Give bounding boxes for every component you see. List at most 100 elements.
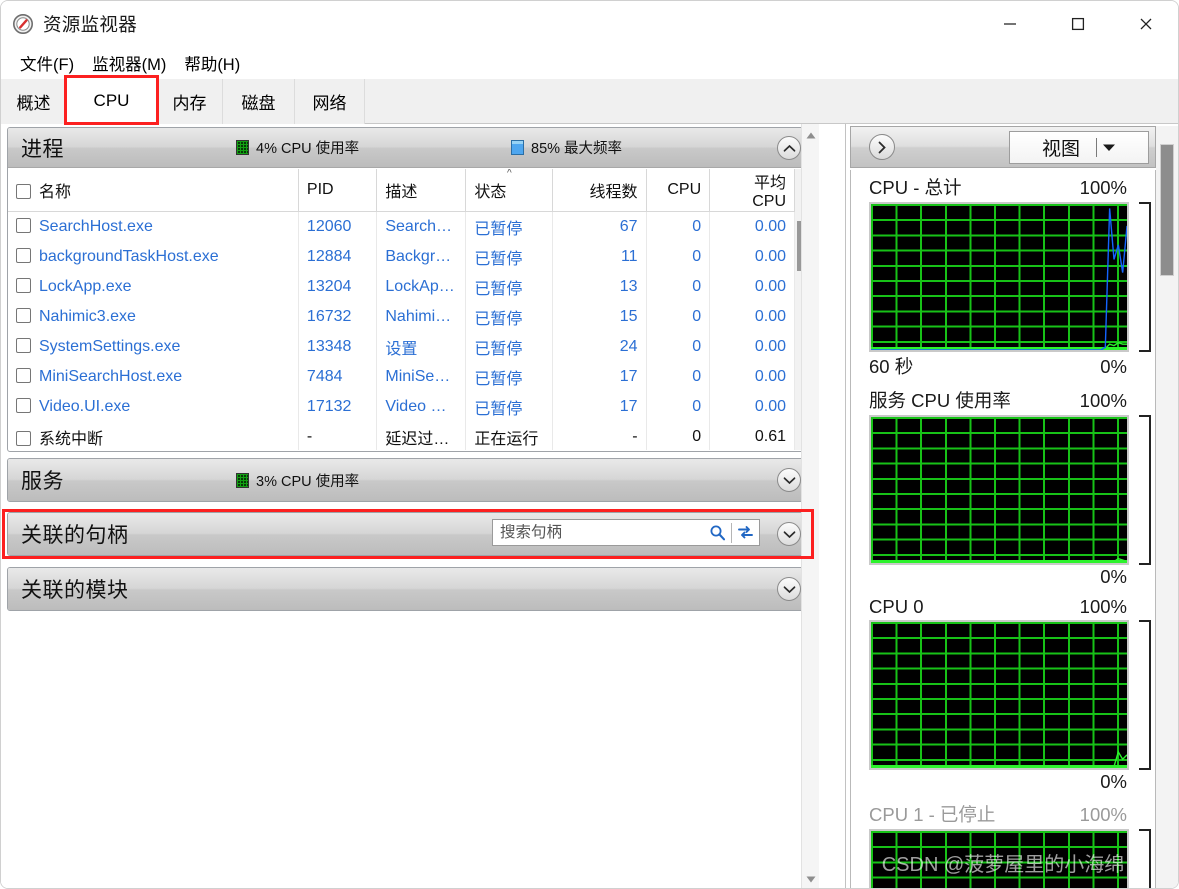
legend-max-frequency-label: 85% 最大频率: [531, 141, 623, 157]
search-icon[interactable]: [704, 520, 731, 545]
graph-title: CPU 0: [869, 596, 924, 617]
handles-group: 关联的句柄: [7, 512, 813, 556]
graph-ymin-label: 0%: [1100, 356, 1127, 377]
resource-monitor-icon: [10, 11, 36, 37]
table-row[interactable]: SearchHost.exe 12060 Search… 已暂停 67 0 0.00: [8, 211, 795, 242]
graph-series-svg: [871, 831, 1127, 889]
cell-status: 已暂停: [465, 361, 554, 392]
scroll-up-icon[interactable]: [802, 126, 819, 144]
table-row[interactable]: Nahimic3.exe 16732 Nahimi… 已暂停 15 0 0.00: [8, 301, 795, 332]
services-header[interactable]: 服务 3% CPU 使用率: [8, 459, 812, 501]
table-row[interactable]: Video.UI.exe 17132 Video … 已暂停 17 0 0.00: [8, 391, 795, 422]
col-header-desc[interactable]: 描述: [376, 169, 467, 212]
col-header-avgcpu[interactable]: 平均 CPU: [709, 169, 795, 212]
row-checkbox[interactable]: [16, 397, 31, 413]
graph-header: CPU - 总计 100%: [851, 170, 1155, 202]
cell-cpu: 0: [646, 301, 711, 332]
chevron-down-icon: [783, 585, 795, 593]
cell-avgcpu: 0.00: [709, 391, 795, 422]
tab-disk[interactable]: 磁盘: [223, 79, 295, 124]
view-button-label: 视图: [1041, 139, 1080, 160]
cell-avgcpu: 0.00: [709, 301, 795, 332]
row-checkbox[interactable]: [16, 247, 31, 263]
cell-pid: -: [298, 421, 378, 450]
resource-monitor-window: 资源监视器 文件(F) 监视器(M) 帮助(H) 概述 CPU 内存 磁盘 网络: [0, 0, 1179, 889]
tab-overview[interactable]: 概述: [1, 79, 67, 124]
cell-name: SystemSettings.exe: [8, 331, 299, 362]
handles-expand-button[interactable]: [777, 522, 801, 546]
col-header-threads[interactable]: 线程数: [552, 169, 647, 212]
cell-avgcpu: 0.00: [709, 241, 795, 272]
graph-title: 服务 CPU 使用率: [869, 390, 1011, 411]
cell-pid: 16732: [298, 301, 378, 332]
table-row[interactable]: MiniSearchHost.exe 7484 MiniSe… 已暂停 17 0 0.00: [8, 361, 795, 392]
services-expand-button[interactable]: [777, 468, 801, 492]
handle-search-input[interactable]: [493, 523, 704, 542]
tab-cpu[interactable]: CPU: [67, 79, 157, 124]
minimize-button[interactable]: [976, 1, 1044, 47]
row-checkbox[interactable]: [16, 277, 31, 293]
graph-ymax-label: 100%: [1079, 804, 1127, 825]
cell-desc: LockAp…: [376, 271, 467, 302]
modules-expand-button[interactable]: [777, 577, 801, 601]
cell-threads: 24: [552, 331, 647, 362]
col-header-status[interactable]: ^ 状态: [465, 169, 554, 212]
view-dropdown-button[interactable]: 视图: [1009, 131, 1149, 164]
table-row[interactable]: LockApp.exe 13204 LockAp… 已暂停 13 0 0.00: [8, 271, 795, 302]
graph-plot: [869, 202, 1129, 352]
row-checkbox[interactable]: [16, 430, 31, 446]
cell-avgcpu: 0.61: [709, 421, 795, 450]
chevron-right-icon: [878, 141, 886, 153]
table-row[interactable]: SystemSettings.exe 13348 设置 已暂停 24 0 0.00: [8, 331, 795, 362]
cell-avgcpu: 0.00: [709, 331, 795, 362]
col-header-cpu[interactable]: CPU: [646, 169, 711, 212]
processes-table: 名称 PID 描述 ^ 状态 线程数 CPU 平均 CPU SearchHost.…: [8, 169, 795, 450]
graph-collapse-button[interactable]: [869, 134, 895, 160]
handle-search-box[interactable]: [492, 519, 760, 546]
cell-pid: 7484: [298, 361, 378, 392]
maximize-button[interactable]: [1044, 1, 1112, 47]
right-pane: 视图 CPU - 总计 100% 60 秒 0% 服务 CPU 使用率 100% 0% CPU…: [845, 124, 1178, 889]
scroll-down-icon[interactable]: [802, 870, 819, 888]
legend-services-cpu: 3% CPU 使用率: [236, 470, 359, 491]
graph-pane-scroll-thumb[interactable]: [1160, 144, 1174, 276]
processes-collapse-button[interactable]: [777, 136, 801, 160]
table-row[interactable]: backgroundTaskHost.exe 12884 Backgr… 已暂停 11 0…: [8, 241, 795, 272]
cell-cpu: 0: [646, 391, 711, 422]
row-checkbox[interactable]: [16, 307, 31, 323]
graph-pane-scrollbar[interactable]: [1156, 126, 1178, 888]
menu-file[interactable]: 文件(F): [11, 49, 83, 77]
graph-footer: 60 秒 0%: [851, 352, 1155, 383]
tab-memory[interactable]: 内存: [157, 79, 223, 124]
modules-group: 关联的模块: [7, 567, 813, 611]
close-button[interactable]: [1112, 1, 1178, 47]
menu-help[interactable]: 帮助(H): [175, 49, 249, 77]
tab-network[interactable]: 网络: [295, 79, 365, 124]
col-header-name[interactable]: 名称: [8, 169, 299, 212]
row-checkbox[interactable]: [16, 217, 31, 233]
graph-axis-bracket: [1139, 829, 1151, 888]
left-pane-scrollbar[interactable]: [801, 124, 819, 888]
graph-plot: [869, 415, 1129, 565]
services-group: 服务 3% CPU 使用率: [7, 458, 813, 502]
row-checkbox[interactable]: [16, 337, 31, 353]
col-header-pid[interactable]: PID: [298, 169, 378, 212]
row-checkbox[interactable]: [16, 367, 31, 383]
select-all-checkbox[interactable]: [16, 184, 31, 199]
modules-header[interactable]: 关联的模块: [8, 568, 812, 610]
handles-header[interactable]: 关联的句柄: [8, 513, 812, 555]
cell-threads: 13: [552, 271, 647, 302]
table-row[interactable]: 系统中断 - 延迟过… 正在运行 -0 0.61: [8, 421, 795, 450]
chevron-down-icon: [783, 476, 795, 484]
cell-threads: 15: [552, 301, 647, 332]
menu-monitor[interactable]: 监视器(M): [83, 49, 175, 77]
processes-header[interactable]: 进程 4% CPU 使用率 85% 最大频率: [8, 128, 812, 168]
graph-header: CPU 1 - 已停止 100%: [851, 797, 1155, 829]
cell-status: 已暂停: [465, 301, 554, 332]
refresh-arrows-icon[interactable]: [732, 520, 759, 545]
graph-toolbar: 视图: [850, 126, 1156, 168]
cell-avgcpu: 0.00: [709, 271, 795, 302]
graph-axis-bracket: [1139, 202, 1151, 352]
view-separator: [1096, 138, 1097, 157]
graph-ymin-label: 0%: [1100, 566, 1127, 587]
